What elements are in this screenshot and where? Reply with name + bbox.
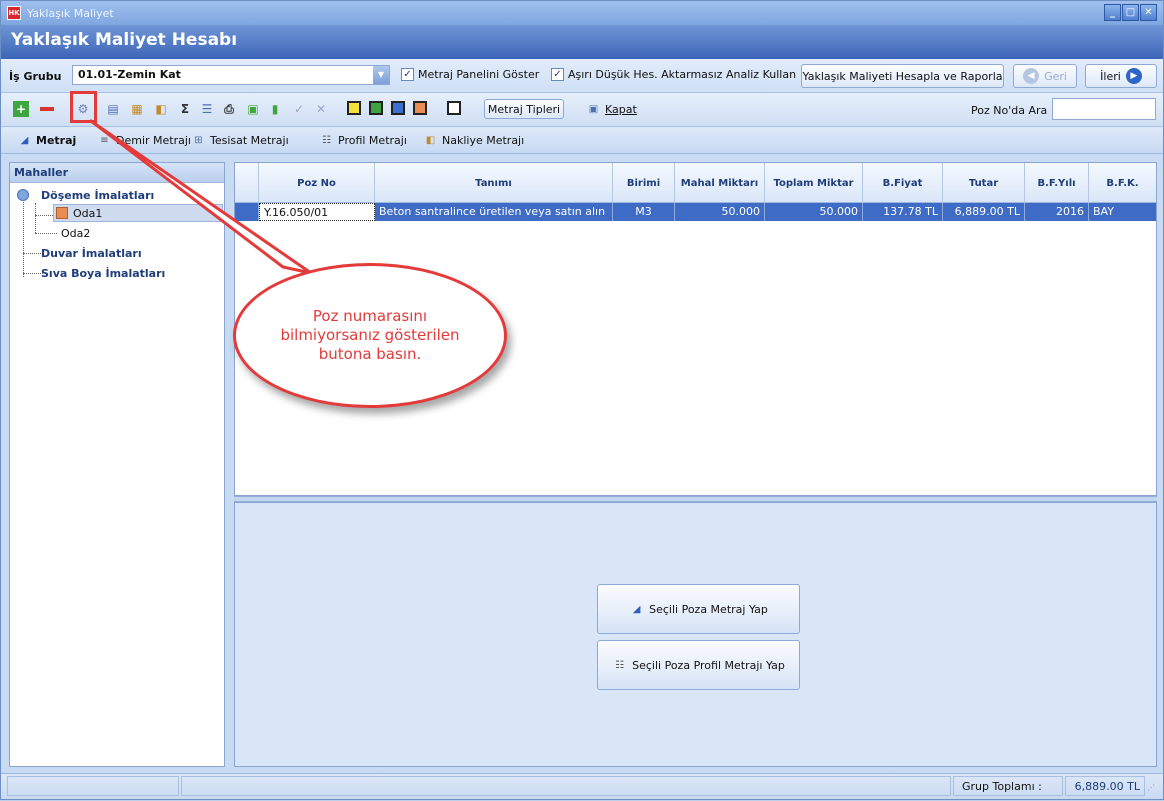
main-window: HK Yaklaşık Maliyet _ □ ✕ Yaklaşık Maliy… bbox=[0, 0, 1164, 800]
callout-bubble: Poz numarasını bilmiyorsanız gösterilen … bbox=[233, 263, 507, 408]
callout-pointer bbox=[89, 119, 313, 275]
